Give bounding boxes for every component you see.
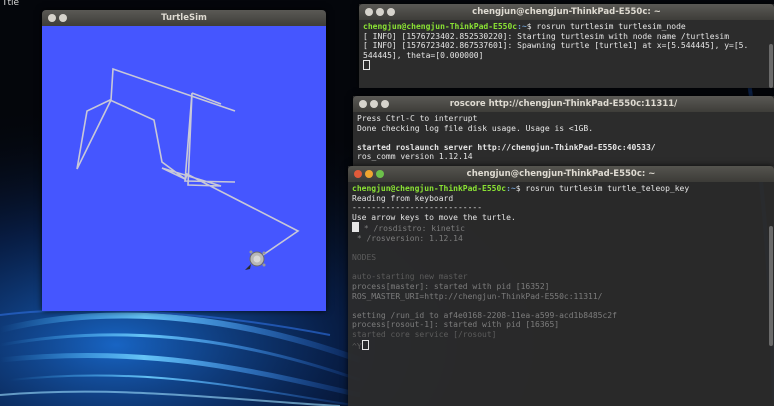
command-text: $ rosrun turtlesim turtlesim_node bbox=[526, 22, 686, 31]
minimize-icon[interactable] bbox=[365, 170, 373, 178]
text-cursor bbox=[363, 60, 370, 71]
maximize-icon[interactable] bbox=[381, 100, 389, 108]
maximize-icon[interactable] bbox=[376, 170, 384, 178]
window-title: roscore http://chengjun-ThinkPad-E550c:1… bbox=[449, 99, 678, 109]
prompt-path: :~ bbox=[517, 22, 527, 31]
output-line-bold: started roslaunch server http://chengjun… bbox=[357, 142, 656, 152]
prompt-user: chengjun@chengjun-ThinkPad-E550c bbox=[352, 184, 507, 193]
turtle-icon bbox=[245, 250, 266, 270]
scrollbar[interactable] bbox=[769, 226, 773, 346]
terminal-titlebar[interactable]: roscore http://chengjun-ThinkPad-E550c:1… bbox=[353, 96, 774, 112]
terminal-teleop[interactable]: chengjun@chengjun-ThinkPad-E550c: ~ chen… bbox=[348, 166, 774, 406]
window-title: chengjun@chengjun-ThinkPad-E550c: ~ bbox=[466, 169, 656, 179]
terminal-output[interactable]: chengjun@chengjun-ThinkPad-E550c:~$ rosr… bbox=[348, 182, 774, 353]
close-icon[interactable] bbox=[354, 170, 362, 178]
ghost-line: process[master]: started with pid [16352… bbox=[352, 281, 550, 291]
ghost-line: * /rosversion: 1.12.14 bbox=[352, 233, 463, 243]
output-line: ros_comm version 1.12.14 bbox=[357, 152, 473, 162]
output-line: 544445], theta=[0.000000] bbox=[363, 50, 484, 60]
command-text: $ rosrun turtlesim turtle_teleop_key bbox=[515, 184, 690, 193]
ghost-line: * /rosdistro: kinetic bbox=[359, 224, 465, 234]
terminal-output[interactable]: chengjun@chengjun-ThinkPad-E550c:~$ rosr… bbox=[359, 20, 774, 74]
close-icon[interactable] bbox=[359, 100, 367, 108]
ghost-line: ^Y bbox=[352, 341, 362, 351]
ghost-line: started core service [/rosout] bbox=[352, 329, 497, 339]
output-line: [ INFO] [1576723402.867537601]: Spawning… bbox=[363, 41, 749, 51]
terminal-turtlesim-node[interactable]: chengjun@chengjun-ThinkPad-E550c: ~ chen… bbox=[359, 4, 774, 88]
turtlesim-titlebar[interactable]: TurtleSim bbox=[42, 10, 326, 26]
prompt-user: chengjun@chengjun-ThinkPad-E550c bbox=[363, 22, 518, 31]
window-title: chengjun@chengjun-ThinkPad-E550c: ~ bbox=[472, 7, 661, 17]
text-cursor bbox=[352, 222, 359, 233]
turtlesim-canvas bbox=[42, 26, 326, 311]
output-line: [ INFO] [1576723402.852530220]: Starting… bbox=[363, 31, 730, 41]
output-line: --------------------------- bbox=[352, 203, 483, 213]
ghost-line: NODES bbox=[352, 253, 377, 263]
minimize-icon[interactable] bbox=[59, 14, 67, 22]
maximize-icon[interactable] bbox=[387, 8, 395, 16]
desktop-label: Ttle bbox=[2, 0, 20, 8]
window-title: TurtleSim bbox=[161, 13, 207, 23]
text-cursor bbox=[361, 339, 369, 350]
ghost-line: auto-starting new master bbox=[352, 272, 468, 282]
close-icon[interactable] bbox=[365, 8, 373, 16]
minimize-icon[interactable] bbox=[370, 100, 378, 108]
ghost-line: process[rosout-1]: started with pid [163… bbox=[352, 320, 560, 330]
close-icon[interactable] bbox=[48, 14, 56, 22]
prompt-path: :~ bbox=[506, 184, 516, 193]
minimize-icon[interactable] bbox=[376, 8, 384, 16]
output-line: Reading from keyboard bbox=[352, 193, 454, 203]
ghost-line: setting /run_id to af4e0168-2208-11ea-a5… bbox=[352, 310, 617, 320]
terminal-titlebar[interactable]: chengjun@chengjun-ThinkPad-E550c: ~ bbox=[348, 166, 774, 182]
turtle-trail bbox=[76, 67, 300, 258]
terminal-roscore[interactable]: roscore http://chengjun-ThinkPad-E550c:1… bbox=[353, 96, 774, 176]
output-line: Use arrow keys to move the turtle. bbox=[352, 212, 516, 222]
output-line: Done checking log file disk usage. Usage… bbox=[357, 123, 594, 133]
output-line: Press Ctrl-C to interrupt bbox=[357, 114, 478, 123]
scrollbar[interactable] bbox=[769, 44, 773, 88]
terminal-output[interactable]: Press Ctrl-C to interrupt Done checking … bbox=[353, 112, 774, 164]
ghost-line: ROS_MASTER_URI=http://chengjun-ThinkPad-… bbox=[352, 291, 603, 301]
turtlesim-window[interactable]: TurtleSim bbox=[42, 10, 326, 311]
terminal-titlebar[interactable]: chengjun@chengjun-ThinkPad-E550c: ~ bbox=[359, 4, 774, 20]
